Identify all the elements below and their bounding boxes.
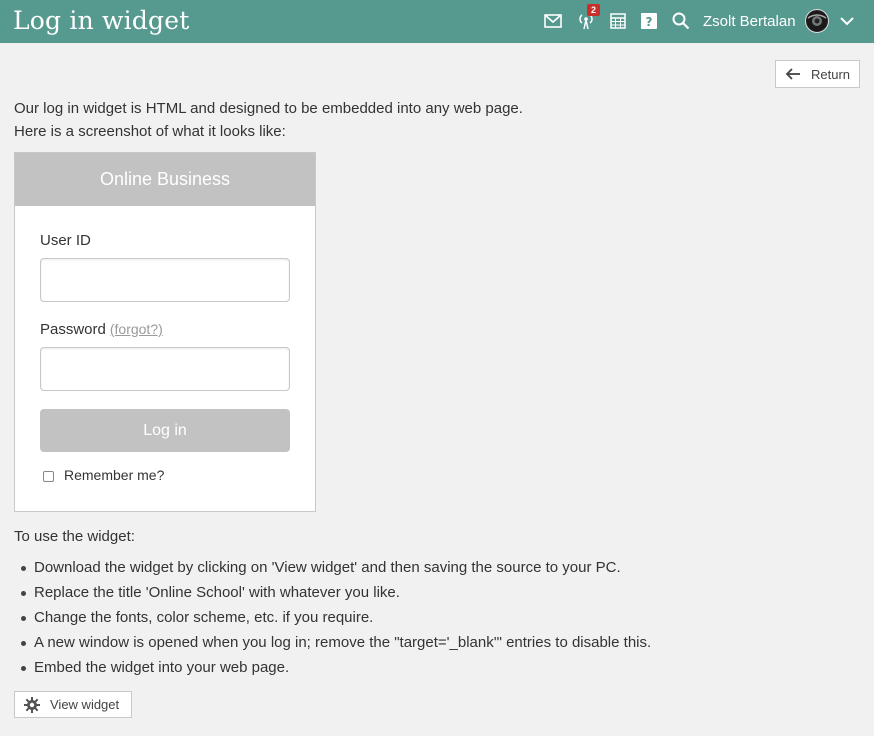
arrow-left-icon xyxy=(785,68,800,80)
bullet-icon xyxy=(21,616,26,621)
user-id-input[interactable] xyxy=(40,258,290,302)
user-name[interactable]: Zsolt Bertalan xyxy=(703,13,796,30)
view-widget-button[interactable]: View widget xyxy=(14,691,132,718)
bullet-icon xyxy=(21,566,26,571)
bullet-icon xyxy=(21,641,26,646)
return-button[interactable]: Return xyxy=(775,60,860,88)
svg-text:?: ? xyxy=(646,15,653,29)
remember-me-label: Remember me? xyxy=(64,467,165,483)
list-item: Embed the widget into your web page. xyxy=(20,658,651,683)
instructions-list: Download the widget by clicking on 'View… xyxy=(20,558,651,683)
list-item-text: A new window is opened when you log in; … xyxy=(34,634,652,651)
user-id-label: User ID xyxy=(40,232,91,249)
list-item: Replace the title 'Online School' with w… xyxy=(20,583,651,608)
intro-line-1: Our log in widget is HTML and designed t… xyxy=(14,100,523,117)
widget-title: Online Business xyxy=(15,153,315,206)
list-item: Download the widget by clicking on 'View… xyxy=(20,558,651,583)
return-label: Return xyxy=(811,66,851,82)
list-item-text: Change the fonts, color scheme, etc. if … xyxy=(34,609,374,626)
search-icon[interactable] xyxy=(671,11,691,31)
list-item: A new window is opened when you log in; … xyxy=(20,633,651,658)
instructions-heading: To use the widget: xyxy=(14,528,135,545)
chevron-down-icon[interactable] xyxy=(837,11,857,31)
bullet-icon xyxy=(21,591,26,596)
password-label-row: Password (forgot?) xyxy=(40,321,163,338)
list-item: Change the fonts, color scheme, etc. if … xyxy=(20,608,651,633)
password-label: Password xyxy=(40,321,106,338)
password-input[interactable] xyxy=(40,347,290,391)
login-button[interactable]: Log in xyxy=(40,409,290,452)
gear-icon xyxy=(24,696,40,713)
login-widget-preview: Online Business User ID Password (forgot?… xyxy=(14,152,316,512)
view-widget-label: View widget xyxy=(50,697,120,712)
avatar[interactable] xyxy=(805,9,829,33)
top-bar: Log in widget 2 ? Zsolt Bertalan xyxy=(0,0,874,43)
calendar-icon[interactable] xyxy=(608,11,628,31)
help-icon[interactable]: ? xyxy=(639,11,659,31)
forgot-password-link[interactable]: (forgot?) xyxy=(110,321,163,337)
list-item-text: Replace the title 'Online School' with w… xyxy=(34,584,400,601)
list-item-text: Download the widget by clicking on 'View… xyxy=(34,559,621,576)
notification-badge: 2 xyxy=(587,4,600,16)
mail-icon[interactable] xyxy=(543,11,563,31)
bullet-icon xyxy=(21,666,26,671)
intro-line-2: Here is a screenshot of what it looks li… xyxy=(14,123,286,140)
page-title: Log in widget xyxy=(13,6,190,35)
remember-me-checkbox[interactable] xyxy=(43,471,54,482)
list-item-text: Embed the widget into your web page. xyxy=(34,659,290,676)
